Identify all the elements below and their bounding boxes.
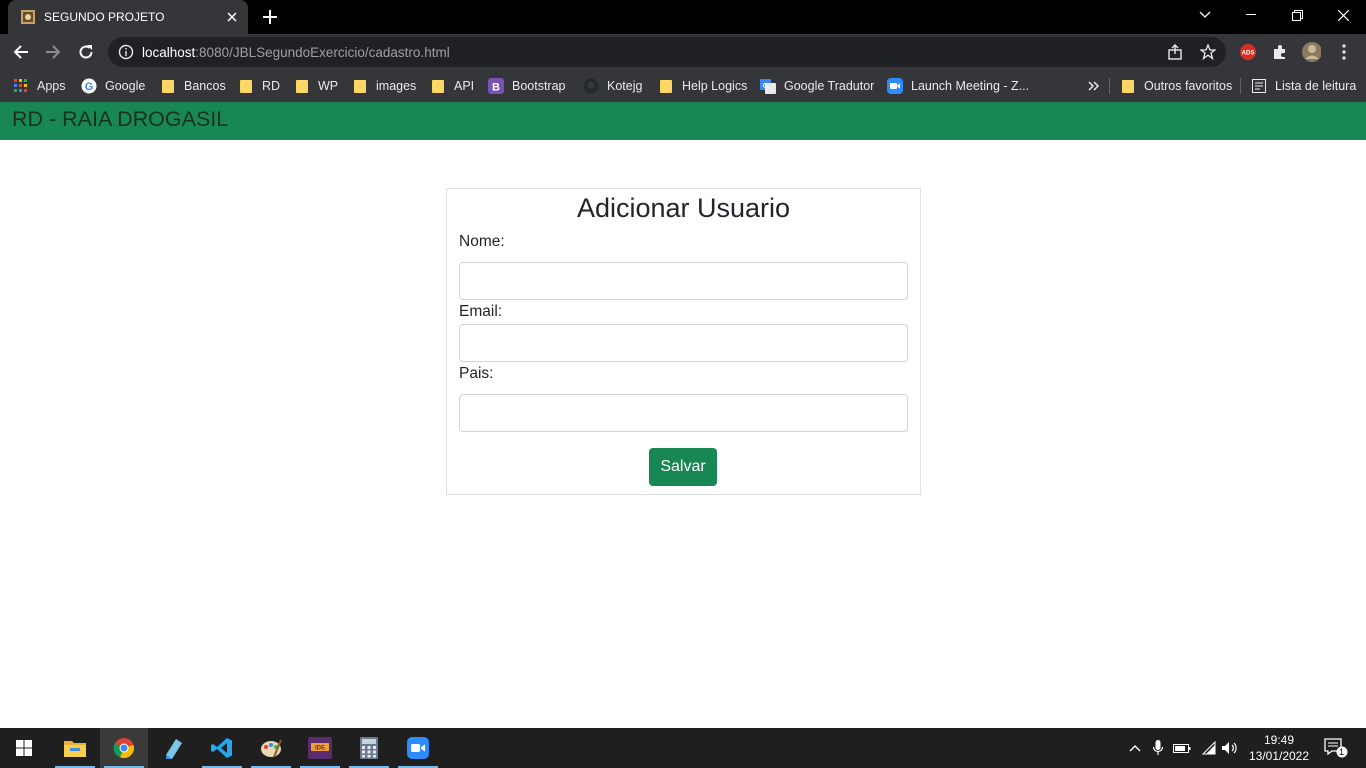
google-icon: G [81,78,97,94]
bookmark-kotejg[interactable]: Kotejg [583,76,642,96]
svg-text:ADS: ADS [1242,51,1255,57]
pais-label: Pais: [459,365,494,382]
apps-grid-icon [13,78,29,94]
reading-list-icon [1251,78,1267,94]
vscode-icon[interactable] [198,728,246,768]
github-icon [583,78,599,94]
system-clock[interactable]: 19:49 13/01/2022 [1240,732,1318,764]
svg-text:IDE: IDE [315,746,325,752]
close-tab-icon[interactable] [220,5,244,29]
profile-avatar-icon[interactable] [1301,42,1321,62]
nome-label: Nome: [459,233,505,250]
microphone-icon[interactable] [1148,738,1168,758]
bookmarks-bar: Apps G Google Bancos RD WP images API B … [0,70,1366,102]
folder-icon [1120,78,1136,94]
game-app-icon[interactable]: IDE [296,728,344,768]
bookmark-images[interactable]: images [352,76,416,96]
email-label: Email: [459,303,503,320]
folder-icon [160,78,176,94]
pais-input[interactable] [459,394,908,432]
show-hidden-icons-chevron-icon[interactable] [1125,738,1145,758]
zoom-taskbar-icon[interactable] [394,728,442,768]
restore-icon[interactable] [1274,0,1320,30]
wifi-icon[interactable] [1198,738,1218,758]
site-brand[interactable]: RD - RAIA DROGASIL [12,107,228,132]
svg-text:G: G [763,83,769,90]
bookmark-bootstrap[interactable]: B Bootstrap [488,76,566,96]
back-icon[interactable] [8,39,34,65]
battery-icon[interactable] [1172,738,1192,758]
new-tab-icon[interactable] [258,6,282,28]
tab-search-icon[interactable] [1182,0,1228,30]
add-user-form-card: Adicionar Usuario Nome: Email: Pais: Sal… [446,188,921,495]
folder-icon [352,78,368,94]
save-button[interactable]: Salvar [649,448,717,486]
extensions-puzzle-icon[interactable] [1270,42,1290,62]
bookmark-api[interactable]: API [430,76,474,96]
bookmark-bancos[interactable]: Bancos [160,76,226,96]
site-navbar: RD - RAIA DROGASIL [0,102,1366,140]
clock-time: 19:49 [1263,733,1295,747]
share-icon[interactable] [1166,43,1184,61]
bookmark-outros-favoritos[interactable]: Outros favoritos [1120,76,1232,96]
browser-tab[interactable]: SEGUNDO PROJETO [8,0,248,34]
svg-text:B: B [492,82,500,94]
close-window-icon[interactable] [1320,0,1366,30]
bookmark-rd[interactable]: RD [238,76,280,96]
ads-extension-icon[interactable]: ADS [1238,42,1258,62]
bookmark-help-logics[interactable]: Help Logics [658,76,747,96]
bookmark-launch-meeting[interactable]: Launch Meeting - Z... [887,76,1029,96]
svg-text:G: G [85,81,94,93]
page-favicon-icon [20,9,36,25]
windows-taskbar: IDE 19:49 13/01/2022 1 [0,728,1366,768]
notification-count: 1 [1339,747,1345,757]
reload-icon[interactable] [73,39,99,65]
paint-app-icon[interactable] [247,728,295,768]
volume-icon[interactable] [1220,738,1240,758]
folder-icon [430,78,446,94]
notification-center-icon[interactable]: 1 [1323,738,1349,758]
form-title: Adicionar Usuario [576,193,791,223]
bookmarks-divider [1240,78,1241,94]
forward-icon[interactable] [40,39,66,65]
file-explorer-icon[interactable] [51,728,99,768]
folder-icon [238,78,254,94]
browser-tab-strip: SEGUNDO PROJETO [0,0,1366,34]
more-bookmarks-icon[interactable] [1088,76,1100,96]
google-translate-icon: G [760,78,776,94]
clock-date: 13/01/2022 [1248,749,1310,763]
notes-app-icon[interactable] [149,728,197,768]
zoom-icon [887,78,903,94]
bookmark-star-icon[interactable] [1199,43,1217,61]
address-bar[interactable]: localhost:8080/JBLSegundoExercicio/cadas… [108,37,1226,67]
url-text: localhost:8080/JBLSegundoExercicio/cadas… [142,45,450,60]
folder-icon [658,78,674,94]
site-info-icon[interactable] [118,44,134,60]
tab-title: SEGUNDO PROJETO [44,10,165,24]
bookmark-apps[interactable]: Apps [13,76,66,96]
reading-list[interactable]: Lista de leitura [1251,76,1356,96]
browser-menu-icon[interactable] [1334,42,1354,62]
bookmark-wp[interactable]: WP [294,76,338,96]
browser-toolbar: localhost:8080/JBLSegundoExercicio/cadas… [0,34,1366,70]
folder-icon [294,78,310,94]
bookmark-google-tradutor[interactable]: G Google Tradutor [760,76,874,96]
minimize-icon[interactable] [1228,0,1274,30]
chrome-taskbar-icon[interactable] [100,728,148,768]
windows-start-icon[interactable] [0,728,48,768]
bookmark-google[interactable]: G Google [81,76,145,96]
bookmarks-divider [1109,78,1110,94]
nome-input[interactable] [459,262,908,300]
bootstrap-icon: B [488,78,504,94]
calculator-icon[interactable] [345,728,393,768]
email-input[interactable] [459,324,908,362]
